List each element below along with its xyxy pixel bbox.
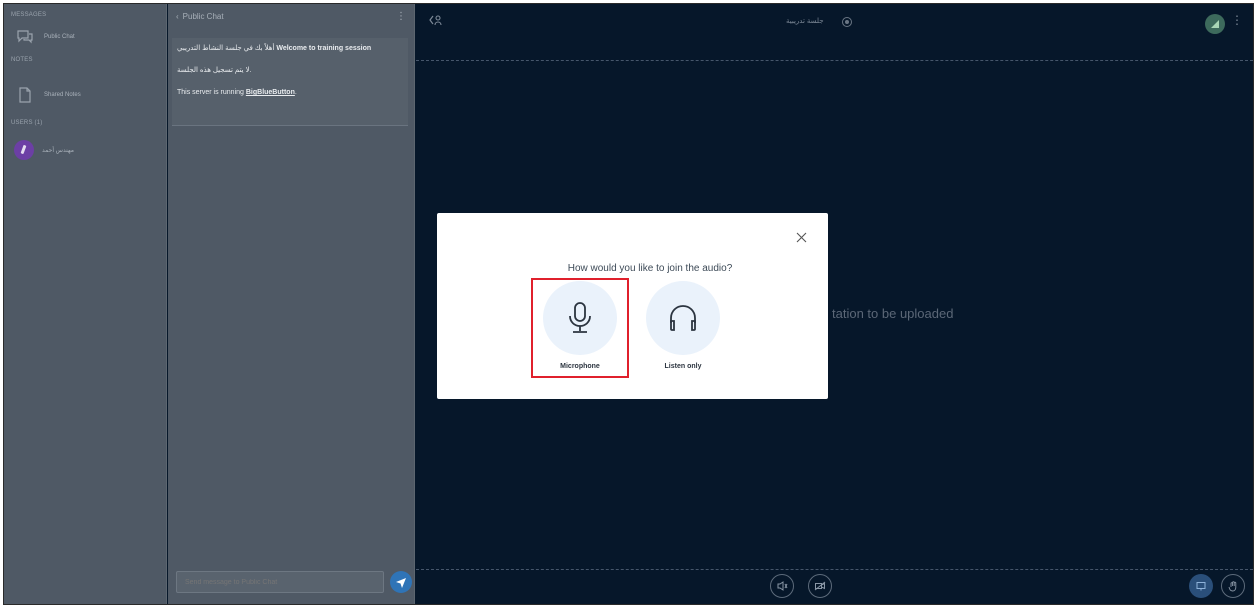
- messages-heading: MESSAGES: [11, 12, 47, 18]
- sidebar-item-public-chat[interactable]: Public Chat: [14, 26, 75, 48]
- join-audio-button[interactable]: [770, 574, 794, 598]
- chat-panel: ‹ Public Chat ⋮ أهلاً بك في جلسة النشاط …: [168, 4, 415, 604]
- welcome-english: Welcome to training session: [276, 45, 372, 52]
- sidebar-item-label: Shared Notes: [44, 92, 81, 98]
- connection-status-icon[interactable]: [1205, 14, 1225, 34]
- presentation-toggle-button[interactable]: [1189, 574, 1213, 598]
- waiting-presentation-text: tation to be uploaded: [832, 306, 954, 321]
- users-heading: USERS (1): [11, 120, 43, 126]
- avatar: [14, 140, 34, 160]
- server-suffix: .: [294, 89, 297, 96]
- chat-back-button[interactable]: ‹ Public Chat: [176, 12, 224, 21]
- headphones-icon: [670, 305, 696, 331]
- chat-message-welcome: أهلاً بك في جلسة النشاط التدريبي Welcome…: [177, 44, 403, 54]
- welcome-arabic: أهلاً بك في جلسة النشاط التدريبي: [177, 45, 275, 52]
- chevron-left-icon: ‹: [176, 11, 179, 21]
- send-button[interactable]: [390, 571, 412, 593]
- sidebar-item-label: Public Chat: [44, 34, 75, 40]
- chat-message-server: This server is running BigBlueButton.: [177, 88, 403, 98]
- listen-only-label: Listen only: [664, 363, 702, 370]
- send-icon: [396, 578, 406, 588]
- share-webcam-button[interactable]: [808, 574, 832, 598]
- raise-hand-button[interactable]: [1221, 574, 1245, 598]
- chat-icon: [14, 26, 36, 48]
- microphone-highlight-box: [531, 278, 629, 378]
- listen-only-option[interactable]: Listen only: [645, 281, 721, 370]
- join-audio-modal: How would you like to join the audio? Mi…: [437, 213, 828, 399]
- sidebar-item-shared-notes[interactable]: Shared Notes: [14, 84, 81, 106]
- top-divider: [416, 60, 1253, 61]
- recording-indicator: [842, 17, 852, 27]
- notes-icon: [14, 84, 36, 106]
- bottom-divider: [416, 569, 1253, 570]
- bigbluebutton-link[interactable]: BigBlueButton: [246, 89, 295, 96]
- chat-message-list: أهلاً بك في جلسة النشاط التدريبي Welcome…: [172, 38, 408, 126]
- chat-message-input[interactable]: [176, 571, 384, 593]
- modal-title: How would you like to join the audio?: [567, 263, 733, 274]
- chat-header: ‹ Public Chat ⋮: [176, 9, 406, 23]
- toggle-userlist-icon[interactable]: [428, 14, 442, 29]
- more-options-icon[interactable]: ⋮: [396, 11, 406, 22]
- camera-off-icon: [814, 581, 826, 591]
- options-menu-icon[interactable]: ⋮: [1231, 13, 1243, 27]
- user-name: مهندس أحمد: [42, 147, 74, 154]
- close-icon[interactable]: [794, 230, 808, 244]
- notes-heading: NOTES: [11, 57, 33, 63]
- user-sidebar: MESSAGES Public Chat NOTES Shared Notes …: [4, 4, 167, 604]
- session-title: جلسة تدريبية: [786, 18, 824, 25]
- user-list-item[interactable]: مهندس أحمد: [14, 140, 74, 160]
- chat-title: Public Chat: [182, 11, 224, 21]
- audio-off-icon: [777, 581, 788, 591]
- listen-only-button[interactable]: [646, 281, 720, 355]
- app-window: MESSAGES Public Chat NOTES Shared Notes …: [3, 3, 1254, 605]
- chat-message-recording: لا يتم تسجيل هذه الجلسة.: [177, 67, 252, 74]
- hand-icon: [1228, 581, 1237, 592]
- server-prefix: This server is running: [177, 89, 246, 96]
- presentation-icon: [1196, 582, 1206, 591]
- chat-input-row: [176, 570, 412, 594]
